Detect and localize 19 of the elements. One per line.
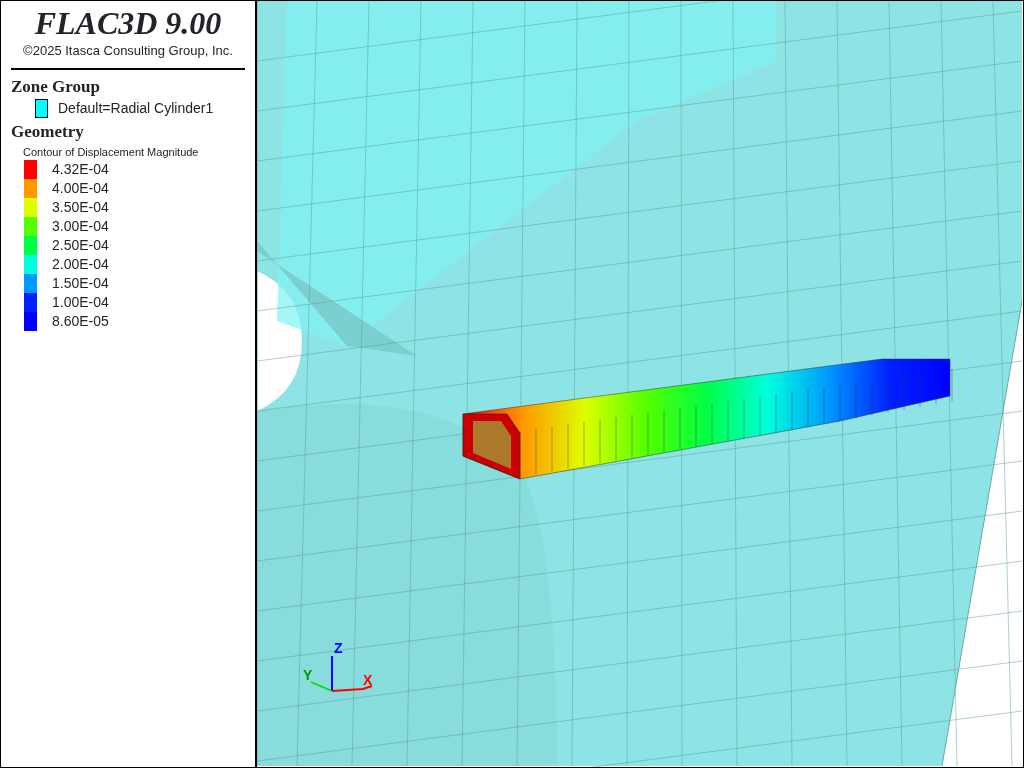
legend-value: 2.50E-04 — [52, 236, 109, 256]
legend-label: Default=Radial Cylinder1 — [58, 99, 214, 119]
section-heading: Geometry — [11, 123, 85, 142]
legend-value: 3.00E-04 — [52, 217, 109, 237]
legend-value: 1.50E-04 — [52, 274, 109, 294]
axis-label: Y — [303, 667, 313, 683]
plot-title: FLAC3D 9.00 — [33, 7, 223, 39]
contour-title: Contour of Displacement Magnitude — [22, 144, 200, 160]
axis-triad-drawing — [310, 655, 373, 692]
legend-value: 3.50E-04 — [52, 198, 109, 218]
legend-value: 8.60E-05 — [52, 312, 109, 332]
axis-label: Z — [334, 640, 343, 656]
section-heading: Zone Group — [11, 77, 101, 97]
legend-value: 4.00E-04 — [52, 179, 109, 199]
legend-value: 2.00E-04 — [52, 255, 109, 275]
axis-label: X — [363, 672, 373, 688]
legend-value: 1.00E-04 — [52, 293, 109, 313]
legend-value: 4.32E-04 — [52, 160, 109, 180]
copyright-text: ©2025 Itasca Consulting Group, Inc. — [22, 42, 234, 60]
